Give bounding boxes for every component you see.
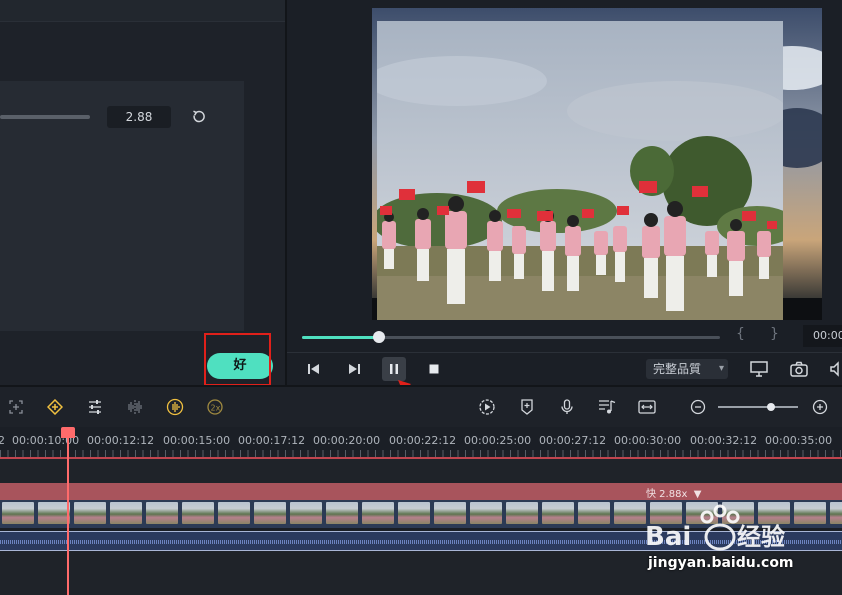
voiceover-button[interactable] bbox=[557, 397, 577, 417]
music-list-icon bbox=[599, 400, 616, 414]
next-frame-button[interactable] bbox=[343, 359, 365, 379]
current-time: 00:00 bbox=[803, 325, 842, 347]
stop-button[interactable] bbox=[423, 359, 445, 379]
microphone-icon bbox=[561, 399, 573, 414]
ruler-label: 00:00:30:00 bbox=[614, 434, 682, 447]
ruler-label: 00:00:27:12 bbox=[539, 434, 607, 447]
speed-slider[interactable] bbox=[0, 115, 90, 119]
watermark-url: jingyan.baidu.com bbox=[648, 555, 794, 571]
clip-thumbnail bbox=[254, 502, 286, 524]
render-preview-button[interactable] bbox=[477, 397, 497, 417]
clip-thumbnail bbox=[326, 502, 358, 524]
volume-button[interactable] bbox=[826, 359, 842, 379]
clip-thumbnail bbox=[38, 502, 70, 524]
clip-thumbnail bbox=[110, 502, 142, 524]
fit-width-icon bbox=[638, 400, 656, 414]
clip-thumbnail bbox=[362, 502, 394, 524]
speed-value-field[interactable]: 2.88 bbox=[107, 106, 171, 128]
crop-button[interactable] bbox=[6, 397, 26, 417]
audio-detach-button[interactable] bbox=[125, 397, 145, 417]
keyframe-icon bbox=[47, 399, 63, 415]
ruler-label: 00:00:15:00 bbox=[163, 434, 231, 447]
playback-progress-track[interactable] bbox=[302, 336, 720, 339]
audio-ducking-button[interactable] bbox=[165, 397, 185, 417]
snapshot-button[interactable] bbox=[788, 359, 810, 379]
mark-out-button[interactable]: } bbox=[770, 326, 779, 342]
camera-icon bbox=[790, 361, 808, 377]
ruler-label: 00:00:17:12 bbox=[238, 434, 306, 447]
clip-thumbnail bbox=[434, 502, 466, 524]
ruler-ticks bbox=[0, 450, 842, 457]
keyframe-button[interactable] bbox=[45, 397, 65, 417]
add-marker-button[interactable] bbox=[517, 397, 537, 417]
reset-icon bbox=[193, 110, 205, 123]
playback-progress-handle[interactable] bbox=[373, 331, 385, 343]
svg-text:Bai: Bai bbox=[645, 522, 691, 552]
preview-video-frame bbox=[377, 21, 783, 320]
minus-circle-icon bbox=[690, 399, 706, 415]
clip-thumbnail bbox=[830, 502, 842, 524]
ok-button-annotation bbox=[204, 333, 271, 386]
clip-thumbnail bbox=[578, 502, 610, 524]
render-quality-label: 完整品質 bbox=[653, 362, 702, 376]
marker-icon bbox=[521, 399, 533, 415]
playhead-handle[interactable] bbox=[61, 427, 75, 438]
svg-text:2x: 2x bbox=[211, 404, 221, 413]
clip-thumbnail bbox=[146, 502, 178, 524]
clip-thumbnail bbox=[542, 502, 574, 524]
chevron-down-icon: ▾ bbox=[718, 363, 724, 374]
pause-icon bbox=[390, 364, 398, 374]
clip-thumbnail bbox=[182, 502, 214, 524]
render-quality-select[interactable]: 完整品質 ▾ bbox=[646, 359, 728, 379]
properties-header bbox=[0, 22, 285, 66]
pause-button[interactable] bbox=[383, 359, 405, 379]
clip-thumbnail bbox=[398, 502, 430, 524]
clip-thumbnail bbox=[506, 502, 538, 524]
previous-frame-button[interactable] bbox=[303, 359, 325, 379]
timeline-zoom-handle[interactable] bbox=[766, 403, 775, 411]
fit-timeline-button[interactable] bbox=[637, 397, 657, 417]
ruler-label: 00:00:32:12 bbox=[690, 434, 758, 447]
adjust-button[interactable] bbox=[85, 397, 105, 417]
properties-tab-strip bbox=[0, 0, 285, 22]
clip-thumbnail bbox=[2, 502, 34, 524]
speaker-icon bbox=[830, 361, 839, 377]
clip-thumbnail bbox=[74, 502, 106, 524]
zoom-in-button[interactable] bbox=[810, 397, 830, 417]
clip-thumbnail bbox=[290, 502, 322, 524]
sliders-icon bbox=[89, 400, 101, 414]
speed-ramp-icon: 2x bbox=[207, 399, 223, 415]
ruler-label: 00:00:12:12 bbox=[87, 434, 155, 447]
audio-wave-circle-icon bbox=[166, 398, 184, 416]
video-editor: 2.88 好 {} 00:00 完整品質 ▾ 2x 2 00:00:10:00… bbox=[0, 0, 842, 595]
svg-text:经验: 经验 bbox=[737, 523, 785, 551]
clip-thumbnail bbox=[470, 502, 502, 524]
ruler-label: 00:00:35:00 bbox=[765, 434, 833, 447]
playback-progress-fill bbox=[302, 336, 378, 339]
preview-controls-divider bbox=[287, 352, 842, 353]
display-settings-button[interactable] bbox=[748, 359, 770, 379]
ruler-label: 00:00:20:00 bbox=[313, 434, 381, 447]
crop-icon bbox=[9, 400, 23, 414]
ruler-label: 00:00:25:00 bbox=[464, 434, 532, 447]
zoom-out-button[interactable] bbox=[688, 397, 708, 417]
render-icon bbox=[479, 399, 495, 415]
playhead[interactable] bbox=[67, 430, 69, 595]
stop-icon bbox=[429, 364, 439, 374]
clip-thumbnail bbox=[218, 502, 250, 524]
audio-mixer-button[interactable] bbox=[597, 397, 617, 417]
step-back-icon bbox=[308, 364, 319, 374]
monitor-icon bbox=[750, 361, 768, 377]
mark-in-button[interactable]: { bbox=[736, 326, 745, 342]
waveform-icon bbox=[128, 400, 142, 414]
plus-circle-icon bbox=[812, 399, 828, 415]
ruler-label: 00:00:22:12 bbox=[389, 434, 457, 447]
ruler-label-prefix: 2 bbox=[0, 434, 5, 447]
speed-ramp-button[interactable]: 2x bbox=[205, 397, 225, 417]
reset-button[interactable] bbox=[189, 107, 209, 127]
step-forward-icon bbox=[349, 364, 360, 374]
empty-track[interactable] bbox=[0, 459, 842, 483]
timeline-zoom-slider[interactable] bbox=[718, 406, 798, 408]
